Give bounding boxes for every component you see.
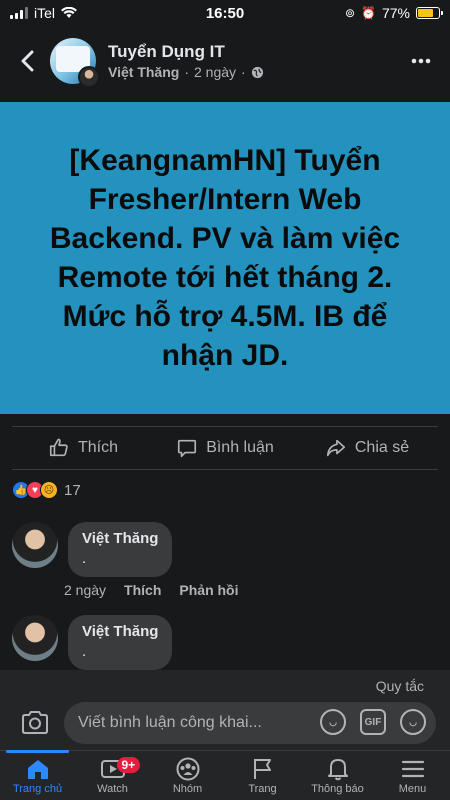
status-bar: iTel 16:50 ⊚ ⏰ 77% [0, 0, 450, 26]
commenter-name[interactable]: Việt Thăng [82, 623, 158, 640]
globe-icon [251, 66, 263, 78]
more-options-button[interactable] [406, 46, 436, 76]
comment-time: 2 ngày [64, 582, 107, 598]
signal-icon [10, 7, 28, 19]
meta-separator: · [184, 64, 189, 80]
post-text: [KeangnamHN] Tuyển Fresher/Intern Web Ba… [49, 144, 401, 372]
like-button[interactable]: Thích [12, 427, 154, 469]
author-avatar[interactable] [78, 66, 100, 88]
post-header: Tuyển Dụng IT Việt Thăng · 2 ngày · [0, 28, 450, 94]
orientation-lock-icon: ⊚ [344, 6, 356, 20]
comment-button[interactable]: Bình luận [154, 427, 296, 469]
camera-icon[interactable] [20, 710, 50, 736]
comment-item: Việt Thăng . [12, 615, 173, 670]
comment-input[interactable]: Viết bình luận công khai... ◡ GIF ◡ [64, 702, 436, 744]
tab-watch[interactable]: 9+ Watch [75, 751, 150, 800]
tab-label: Thông báo [311, 782, 364, 795]
group-avatar[interactable] [50, 38, 100, 88]
commenter-avatar[interactable] [12, 615, 58, 661]
tab-label: Watch [97, 782, 128, 795]
comment-meta: 2 ngày Thích Phản hồi [64, 582, 239, 598]
tab-label: Trang [248, 782, 277, 795]
tab-label: Nhóm [172, 782, 203, 795]
post-author[interactable]: Việt Thăng [108, 64, 179, 80]
comment-bubble[interactable]: Việt Thăng . [68, 522, 173, 577]
thumbs-up-icon [49, 438, 68, 457]
tab-menu[interactable]: Menu [375, 751, 450, 800]
home-icon [27, 759, 48, 779]
tab-groups[interactable]: Nhóm [150, 751, 225, 800]
carrier-name: iTel [34, 5, 56, 21]
menu-icon [401, 760, 424, 777]
more-dots-icon [411, 58, 431, 64]
tab-label: Trang chủ [12, 782, 63, 795]
share-icon [326, 439, 345, 457]
share-label: Chia sẻ [354, 439, 410, 456]
back-button[interactable] [14, 48, 40, 74]
post-time[interactable]: 2 ngày [194, 64, 236, 80]
post-content-card: [KeangnamHN] Tuyển Fresher/Intern Web Ba… [0, 102, 450, 414]
comment-placeholder: Viết bình luận công khai... [78, 714, 262, 731]
sticker-icon[interactable]: ◡ [320, 709, 346, 735]
comment-text: . [82, 550, 87, 567]
wifi-icon [61, 7, 78, 18]
flag-icon [253, 758, 271, 779]
meta-separator: · [241, 64, 246, 80]
tab-pages[interactable]: Trang [225, 751, 300, 800]
chevron-left-icon [21, 50, 34, 72]
comment-like-button[interactable]: Thích [124, 582, 161, 598]
battery-percent: 77% [381, 5, 410, 21]
comment-item: Việt Thăng . [12, 522, 173, 577]
tab-label: Menu [398, 782, 427, 795]
reactions-summary[interactable]: 👍 ♥ ☹ 17 [12, 481, 81, 499]
commenter-avatar[interactable] [12, 522, 58, 568]
group-name[interactable]: Tuyển Dụng IT [108, 42, 406, 62]
comment-reply-button[interactable]: Phản hồi [179, 582, 238, 598]
tab-notifications[interactable]: Thông báo [300, 751, 375, 800]
emoji-icon[interactable]: ◡ [400, 709, 426, 735]
bottom-tab-bar: Trang chủ 9+ Watch Nhóm Trang Thông báo … [0, 750, 450, 800]
watch-badge: 9+ [116, 757, 141, 773]
alarm-icon: ⏰ [361, 6, 376, 20]
sad-reaction-icon: ☹ [40, 481, 58, 499]
comment-composer: Quy tắc Viết bình luận công khai... ◡ GI… [0, 670, 450, 750]
bell-icon [327, 758, 348, 780]
comment-label: Bình luận [206, 439, 274, 456]
comment-text: . [82, 643, 87, 660]
like-label: Thích [77, 439, 118, 456]
comment-icon [178, 439, 197, 458]
comment-bubble[interactable]: Việt Thăng . [68, 615, 173, 670]
rules-link[interactable]: Quy tắc [376, 678, 424, 694]
share-button[interactable]: Chia sẻ [296, 427, 438, 469]
groups-icon [176, 757, 199, 780]
post-actions: Thích Bình luận Chia sẻ [12, 426, 438, 470]
battery-icon [416, 7, 443, 19]
commenter-name[interactable]: Việt Thăng [82, 530, 158, 547]
tab-home[interactable]: Trang chủ [0, 750, 75, 800]
gif-button[interactable]: GIF [360, 709, 386, 735]
reaction-count: 17 [64, 481, 81, 499]
